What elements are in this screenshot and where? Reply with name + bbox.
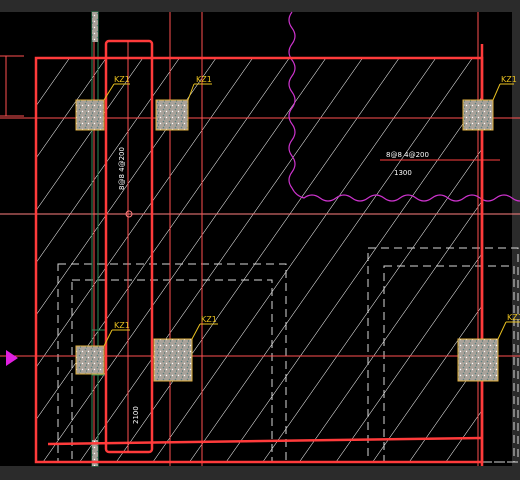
column-label: KZ1: [201, 315, 217, 324]
column-label: KZ1: [196, 75, 212, 84]
column-kz1-b[interactable]: [155, 99, 189, 131]
right-scroll-strip[interactable]: [512, 0, 520, 480]
top-toolbar-strip: [0, 0, 520, 12]
bottom-status-strip: [0, 466, 520, 480]
dimension-bracket: [0, 55, 24, 117]
wall-top-fill: [92, 12, 98, 42]
span-dimension: 1300: [394, 169, 412, 177]
column-label: KZ1: [507, 313, 520, 322]
cad-drawing: KZ1 KZ1 KZ1 KZ1 KZ1 KZ1 8@8 4@200 8@8 4@…: [0, 0, 520, 480]
column-kz1-f[interactable]: [457, 338, 499, 382]
column-kz1-d[interactable]: [75, 345, 105, 375]
beam-annotation-horizontal: 8@8 4@200: [386, 151, 429, 159]
column-label: KZ1: [114, 321, 130, 330]
cad-viewport[interactable]: KZ1 KZ1 KZ1 KZ1 KZ1 KZ1 8@8 4@200 8@8 4@…: [0, 0, 520, 480]
column-kz1-c[interactable]: [462, 99, 494, 131]
span-dimension: 2100: [132, 406, 140, 424]
column-kz1-a[interactable]: [75, 99, 105, 131]
column-label: KZ1: [501, 75, 517, 84]
beam-annotation-vertical: 8@8 4@200: [118, 147, 126, 190]
section-marker-icon[interactable]: [6, 350, 18, 366]
column-kz1-e[interactable]: [153, 338, 193, 382]
column-label: KZ1: [114, 75, 130, 84]
